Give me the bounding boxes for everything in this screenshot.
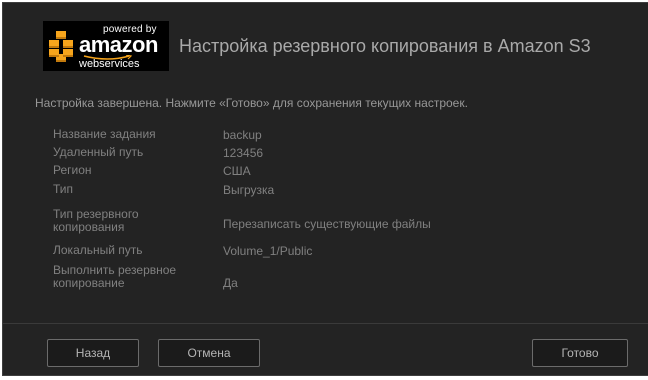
summary-label: Локальный путь (53, 243, 143, 257)
summary-value: Volume_1/Public (223, 244, 313, 258)
summary-label: Название задания (53, 127, 156, 141)
back-button[interactable]: Назад (47, 339, 139, 367)
summary-value: Выгрузка (223, 183, 275, 197)
summary-label: Регион (53, 163, 92, 177)
summary-label: Тип (53, 182, 74, 196)
done-button[interactable]: Готово (532, 339, 628, 367)
summary-label: Выполнить резервное копирование (53, 263, 177, 290)
summary-value: США (223, 164, 251, 178)
footer-divider (3, 323, 648, 324)
cancel-button[interactable]: Отмена (158, 339, 260, 367)
summary-value: 123456 (223, 146, 264, 160)
summary-value: Да (223, 276, 238, 290)
summary-value: backup (223, 128, 262, 142)
aws-cubes-icon (49, 31, 73, 62)
logo-brand: amazon (79, 32, 158, 57)
dialog-header: powered by amazon webservices Настройка … (3, 3, 648, 83)
backup-wizard-dialog: powered by amazon webservices Настройка … (2, 2, 648, 376)
summary-value: Перезаписать существующие файлы (223, 217, 431, 231)
summary-label: Тип резервного копирования (53, 207, 139, 234)
summary-label: Удаленный путь (53, 145, 144, 159)
aws-logo: powered by amazon webservices (43, 21, 169, 71)
logo-webservices: webservices (79, 58, 140, 70)
status-message: Настройка завершена. Нажмите «Готово» дл… (35, 96, 468, 110)
dialog-title: Настройка резервного копирования в Amazo… (179, 36, 591, 56)
